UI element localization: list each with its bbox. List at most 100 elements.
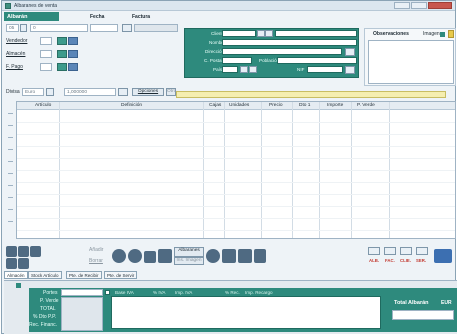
minimize-button[interactable] <box>394 2 410 9</box>
nav-fac-label[interactable]: FAC. <box>385 258 395 263</box>
pago-code-field[interactable] <box>40 63 52 71</box>
otro-button[interactable]: Otro <box>166 88 176 96</box>
col-cajas[interactable]: Cajas <box>209 103 221 108</box>
bin-icon[interactable] <box>254 249 266 263</box>
pct-iva-header: % IVA <box>153 290 166 295</box>
stack-icon[interactable] <box>158 249 172 263</box>
portes-field[interactable] <box>61 289 103 296</box>
divisa-dropdown[interactable] <box>46 88 54 96</box>
poblacion-field[interactable] <box>277 57 357 64</box>
row-divider <box>17 230 455 231</box>
col-articulo[interactable]: Artículo <box>35 103 51 108</box>
portes-checkbox[interactable] <box>105 290 110 295</box>
vendedor-label[interactable]: Vendedor <box>6 38 27 44</box>
tab-almacen[interactable]: Almacén <box>4 271 28 279</box>
pverde-label: P. Verde <box>40 298 59 304</box>
first-record-icon[interactable] <box>368 247 380 255</box>
imagen-label: Imagen <box>423 31 440 37</box>
borrar-label[interactable]: Borrar <box>89 258 103 264</box>
pais-open-icon[interactable] <box>249 66 257 73</box>
lines-grid[interactable]: Artículo Definición Cajas Unidades Preci… <box>16 101 456 239</box>
total-albaran-label: Total Albarán <box>394 300 429 306</box>
record-icon[interactable] <box>112 249 126 263</box>
vendedor-search-icon[interactable] <box>57 37 67 45</box>
number-field[interactable]: 0 <box>30 24 88 32</box>
serie-dropdown[interactable] <box>20 24 27 32</box>
cliente-extra-field[interactable] <box>275 30 357 37</box>
nombre-field[interactable] <box>222 39 357 46</box>
bag-icon[interactable] <box>222 249 236 263</box>
pago-label[interactable]: F. Pago <box>6 64 23 70</box>
book-icon[interactable] <box>238 249 252 263</box>
fecha-field[interactable] <box>90 24 118 32</box>
divisa-refresh-icon[interactable] <box>118 88 128 96</box>
move-line-icon[interactable] <box>18 246 29 257</box>
sort-line-icon[interactable] <box>18 258 29 269</box>
cut-line-icon[interactable] <box>6 258 17 269</box>
col-dto1[interactable]: Dto 1 <box>299 103 310 108</box>
vendedor-code-field[interactable] <box>40 37 52 45</box>
direccion-field[interactable] <box>222 48 342 55</box>
col-definicion[interactable]: Definición <box>121 103 142 108</box>
nif-button[interactable] <box>345 66 355 74</box>
pais-field[interactable] <box>222 66 238 73</box>
row-divider <box>17 134 455 135</box>
chat-icon[interactable] <box>128 249 142 263</box>
last-record-icon[interactable] <box>416 247 428 255</box>
col-unidades[interactable]: Unidades <box>229 103 249 108</box>
nav-ser-label[interactable]: SER. <box>416 258 426 263</box>
tab-pte-recibir[interactable]: Pte. de Recibir <box>66 271 102 279</box>
almacen-open-icon[interactable] <box>68 50 78 58</box>
lock-icon[interactable] <box>144 251 156 263</box>
pais-search-icon[interactable] <box>240 66 248 73</box>
almacen-search-icon[interactable] <box>57 50 67 58</box>
almacen-code-field[interactable] <box>40 50 52 58</box>
cliente-field[interactable] <box>222 30 256 37</box>
calendar-icon[interactable] <box>122 24 132 32</box>
imp-iva-header: Imp. IVA <box>175 290 193 295</box>
pais-label: País <box>213 67 223 72</box>
nav-alb-label[interactable]: ALB. <box>369 258 379 263</box>
maximize-button[interactable] <box>411 2 427 9</box>
line-tools-bar: Añadir Borrar Albaranes Ins. Imagen ALB.… <box>4 245 457 269</box>
cliente-search-icon[interactable] <box>257 30 265 37</box>
close-button[interactable] <box>428 2 452 9</box>
row-divider <box>17 146 455 147</box>
pago-search-icon[interactable] <box>57 63 67 71</box>
prev-record-icon[interactable] <box>384 247 396 255</box>
ins-imagen-button[interactable]: Ins. Imagen <box>174 257 204 265</box>
cpostal-label: C. Postal <box>204 58 223 63</box>
pago-open-icon[interactable] <box>68 63 78 71</box>
tag-icon[interactable] <box>206 249 220 263</box>
nav-clie-label[interactable]: CLIE. <box>400 258 411 263</box>
anadir-label[interactable]: Añadir <box>89 247 103 253</box>
col-pverde[interactable]: P. Verde <box>357 103 375 108</box>
col-importe[interactable]: Importe <box>327 103 343 108</box>
nif-field[interactable] <box>307 66 343 73</box>
tab-pte-servir[interactable]: Pte. de Servir <box>104 271 138 279</box>
imagen-checkbox[interactable] <box>440 32 445 37</box>
copy-line-icon[interactable] <box>30 246 41 257</box>
cpostal-field[interactable] <box>222 57 252 64</box>
next-record-icon[interactable] <box>400 247 412 255</box>
cliente-open-icon[interactable] <box>265 30 273 37</box>
address-button[interactable] <box>345 48 355 56</box>
export-icon[interactable] <box>434 249 452 263</box>
col-precio[interactable]: Precio <box>269 103 283 108</box>
observaciones-textarea[interactable] <box>368 40 454 84</box>
insert-line-icon[interactable] <box>6 246 17 257</box>
divisa-field[interactable]: Euro <box>22 88 44 96</box>
tab-stock-articulo[interactable]: Stock Artículo <box>28 271 62 279</box>
serie-field[interactable]: 05 <box>6 24 19 32</box>
cambio-field[interactable]: 1,000000 <box>64 88 116 96</box>
vendedor-open-icon[interactable] <box>68 37 78 45</box>
totals-panel: Portes P. Verde TOTAL % Dto P.P. Rec. Fi… <box>29 288 457 332</box>
opciones-button[interactable]: Opciones <box>132 88 164 96</box>
pct-rec-header: % Rec. <box>225 290 240 295</box>
total-label: TOTAL <box>40 306 56 312</box>
totals-footer: Portes P. Verde TOTAL % Dto P.P. Rec. Fi… <box>4 280 457 334</box>
almacen-label[interactable]: Almacén <box>6 51 25 57</box>
grid-header: Artículo Definición Cajas Unidades Preci… <box>17 102 455 110</box>
folder-icon[interactable] <box>448 30 454 38</box>
albaranes-button[interactable]: Albaranes <box>174 247 204 257</box>
